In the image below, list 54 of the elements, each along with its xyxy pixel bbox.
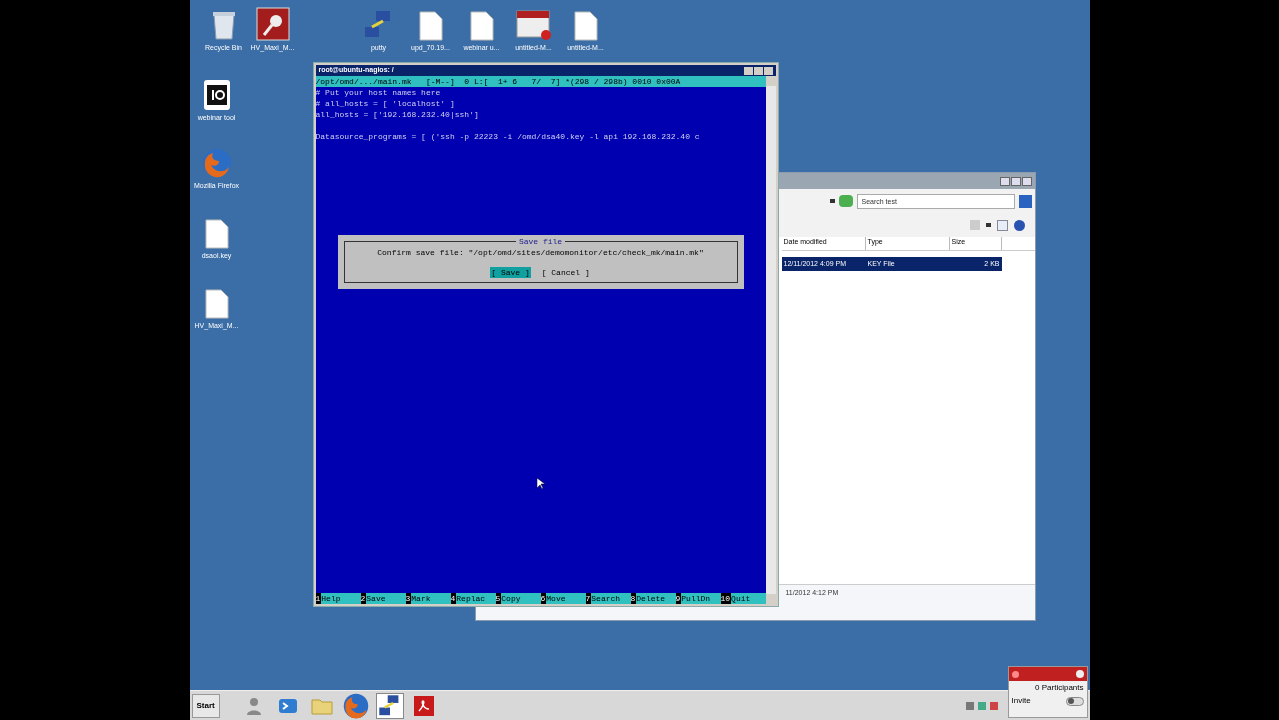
webinar-tool-icon: [202, 79, 231, 111]
dialog-button[interactable]: [ Save ]: [490, 267, 531, 278]
preview-pane-icon[interactable]: [996, 219, 1008, 231]
function-key-button[interactable]: Move: [546, 593, 586, 604]
minimize-icon[interactable]: [999, 176, 1010, 186]
app-icon: [255, 7, 290, 41]
function-key-button[interactable]: Help: [321, 593, 361, 604]
video-file-icon: [515, 9, 552, 41]
dialog-title: Save file: [515, 236, 566, 247]
search-icon[interactable]: [1018, 194, 1032, 208]
code-line: # all_hosts = [ 'localhost' ]: [315, 98, 456, 109]
code-line: Datasource_programs = [ ('ssh -p 22223 -i /omd/dsa40.key -l api 192.168.232.40 c: [315, 131, 701, 142]
toggle-switch[interactable]: [1065, 696, 1084, 706]
minimize-icon[interactable]: [743, 66, 753, 75]
function-key-button[interactable]: Search: [591, 593, 631, 604]
invite-text: Invite: [1011, 696, 1031, 706]
help-icon[interactable]: [1013, 219, 1025, 231]
function-key-number: 1: [315, 593, 322, 604]
dialog-message: Confirm save file: "/opt/omd/sites/demomonitor/etc/check_mk/main.mk": [377, 247, 704, 258]
function-key-button[interactable]: PullDn: [681, 593, 721, 604]
close-icon[interactable]: [1075, 670, 1084, 678]
dialog-button[interactable]: [ Cancel ]: [540, 267, 591, 278]
function-key-number: 8: [630, 593, 637, 604]
function-key-button[interactable]: Copy: [501, 593, 541, 604]
start-button[interactable]: Start: [191, 693, 220, 718]
maximize-icon[interactable]: [1010, 176, 1021, 186]
function-key-number: 2: [360, 593, 367, 604]
close-icon[interactable]: [763, 66, 773, 75]
document-icon: [204, 289, 229, 319]
function-key-number: 3: [405, 593, 412, 604]
document-icon: [469, 11, 494, 41]
close-icon[interactable]: [1021, 176, 1032, 186]
function-key-button[interactable]: Mark: [411, 593, 451, 604]
document-icon: [204, 219, 229, 249]
function-key-number: 4: [450, 593, 457, 604]
taskbar-button[interactable]: [341, 692, 370, 719]
function-key-number: 9: [675, 593, 682, 604]
function-key-number: 7: [585, 593, 592, 604]
function-key-button[interactable]: Quit: [731, 593, 766, 604]
maximize-icon[interactable]: [753, 66, 763, 75]
function-key-number: 10: [720, 593, 732, 604]
function-key-button[interactable]: Delete: [636, 593, 676, 604]
function-key-number: 5: [495, 593, 502, 604]
code-line: all_hosts = ['192.168.232.40|ssh']: [315, 109, 480, 120]
function-key-button[interactable]: Replac: [456, 593, 496, 604]
function-key-button[interactable]: Save: [366, 593, 406, 604]
firefox-icon: [200, 147, 233, 179]
participants-text: 0 Participants: [1034, 683, 1085, 693]
function-key-number: 6: [540, 593, 547, 604]
document-icon: [418, 11, 443, 41]
taskbar-button[interactable]: [375, 692, 404, 719]
code-line: # Put your host names here: [315, 87, 442, 98]
document-icon: [573, 11, 598, 41]
mouse-cursor-icon: [536, 478, 545, 490]
